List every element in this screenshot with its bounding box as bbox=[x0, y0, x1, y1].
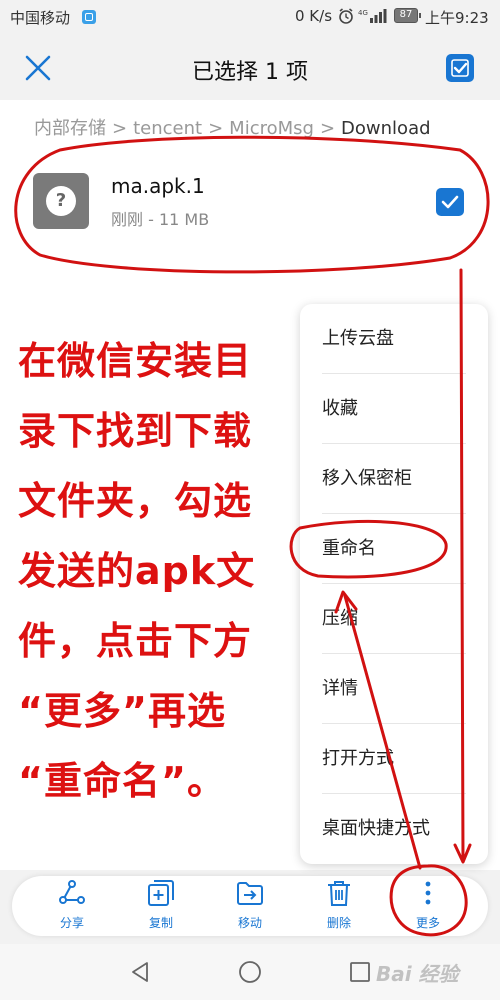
menu-item-open-with[interactable]: 打开方式 bbox=[300, 724, 488, 794]
breadcrumb-item-tencent[interactable]: tencent bbox=[133, 118, 202, 139]
more-button[interactable]: 更多 bbox=[398, 876, 458, 936]
chevron-right-icon: > bbox=[208, 118, 224, 139]
carrier-name: 中国移动 bbox=[10, 9, 71, 27]
breadcrumb: 内部存储 > tencent > MicroMsg > Download bbox=[34, 114, 431, 140]
delete-button[interactable]: 删除 bbox=[309, 876, 369, 936]
more-options-menu: 上传云盘 收藏 移入保密柜 重命名 压缩 详情 打开方式 桌面快捷方式 bbox=[300, 304, 488, 864]
file-name: ma.apk.1 bbox=[111, 174, 205, 198]
menu-item-label: 桌面快捷方式 bbox=[322, 818, 430, 839]
svg-text:4G: 4G bbox=[358, 9, 368, 17]
delete-label: 删除 bbox=[326, 916, 351, 930]
menu-item-details[interactable]: 详情 bbox=[300, 654, 488, 724]
menu-item-move-to-safe[interactable]: 移入保密柜 bbox=[300, 444, 488, 514]
file-checkbox[interactable] bbox=[436, 188, 464, 216]
share-label: 分享 bbox=[59, 916, 84, 930]
instruction-line: 文件夹，勾选 bbox=[18, 479, 253, 523]
menu-item-label: 打开方式 bbox=[322, 748, 394, 769]
menu-item-compress[interactable]: 压缩 bbox=[300, 584, 488, 654]
recents-icon[interactable] bbox=[348, 960, 372, 984]
share-button[interactable]: 分享 bbox=[42, 876, 102, 936]
home-icon[interactable] bbox=[238, 960, 262, 984]
back-icon[interactable] bbox=[128, 960, 152, 984]
file-meta: 刚刚 - 11 MB bbox=[111, 210, 210, 229]
battery-indicator: 87 bbox=[394, 8, 421, 23]
copy-label: 复制 bbox=[148, 916, 173, 930]
menu-item-label: 移入保密柜 bbox=[322, 468, 412, 489]
instruction-line: 发送的apk文 bbox=[18, 549, 256, 593]
instruction-line: 录下找到下载 bbox=[18, 409, 253, 453]
page-title: 已选择 1 项 bbox=[192, 60, 308, 85]
menu-item-favorite[interactable]: 收藏 bbox=[300, 374, 488, 444]
bottom-toolbar: 分享 复制 移动 删除 更多 bbox=[12, 876, 488, 936]
menu-item-desktop-shortcut[interactable]: 桌面快捷方式 bbox=[300, 794, 488, 864]
checkmark-icon bbox=[441, 195, 459, 209]
alarm-icon bbox=[339, 8, 353, 24]
menu-item-upload-cloud[interactable]: 上传云盘 bbox=[300, 304, 488, 374]
instruction-line: “更多”再选 bbox=[18, 689, 226, 733]
signal-icon: 4G bbox=[358, 9, 387, 23]
select-all-checkbox[interactable] bbox=[446, 54, 474, 82]
menu-item-rename[interactable]: 重命名 bbox=[300, 514, 488, 584]
move-button[interactable]: 移动 bbox=[220, 876, 280, 936]
checkmark-icon bbox=[451, 59, 469, 77]
breadcrumb-item-micromsg[interactable]: MicroMsg bbox=[229, 118, 314, 139]
share-icon bbox=[59, 880, 85, 904]
chevron-right-icon: > bbox=[319, 118, 336, 139]
clock: 上午9:23 bbox=[425, 9, 489, 27]
more-label: 更多 bbox=[415, 916, 440, 930]
app-notification-icon bbox=[82, 10, 96, 24]
copy-button[interactable]: 复制 bbox=[131, 876, 191, 936]
chevron-right-icon: > bbox=[112, 118, 128, 139]
more-vertical-icon bbox=[425, 881, 431, 905]
question-mark-glyph: ? bbox=[55, 190, 67, 211]
instruction-line: “重命名”。 bbox=[18, 759, 226, 803]
status-bar: 中国移动 0 K/s 4G 87 上午9:23 bbox=[0, 0, 500, 34]
title-bar: 已选择 1 项 bbox=[0, 34, 500, 100]
menu-item-label: 详情 bbox=[322, 678, 358, 699]
menu-item-label: 压缩 bbox=[322, 608, 358, 629]
network-speed: 0 K/s bbox=[295, 7, 333, 25]
move-label: 移动 bbox=[237, 916, 262, 930]
move-folder-icon bbox=[237, 882, 263, 905]
instruction-line: 在微信安装目 bbox=[18, 339, 253, 383]
instruction-line: 件，点击下方 bbox=[18, 619, 253, 663]
menu-item-label: 收藏 bbox=[322, 398, 358, 419]
menu-item-label: 上传云盘 bbox=[322, 328, 394, 349]
menu-item-label: 重命名 bbox=[322, 538, 376, 559]
breadcrumb-item-internal-storage[interactable]: 内部存储 bbox=[34, 118, 106, 139]
breadcrumb-item-download[interactable]: Download bbox=[341, 118, 430, 139]
copy-icon bbox=[148, 880, 174, 906]
trash-icon bbox=[328, 881, 350, 906]
instruction-text: 在微信安装目 录下找到下载 文件夹，勾选 发送的apk文 件，点击下方 “更多”… bbox=[18, 326, 284, 816]
watermark: Bai 经验 bbox=[376, 962, 459, 986]
